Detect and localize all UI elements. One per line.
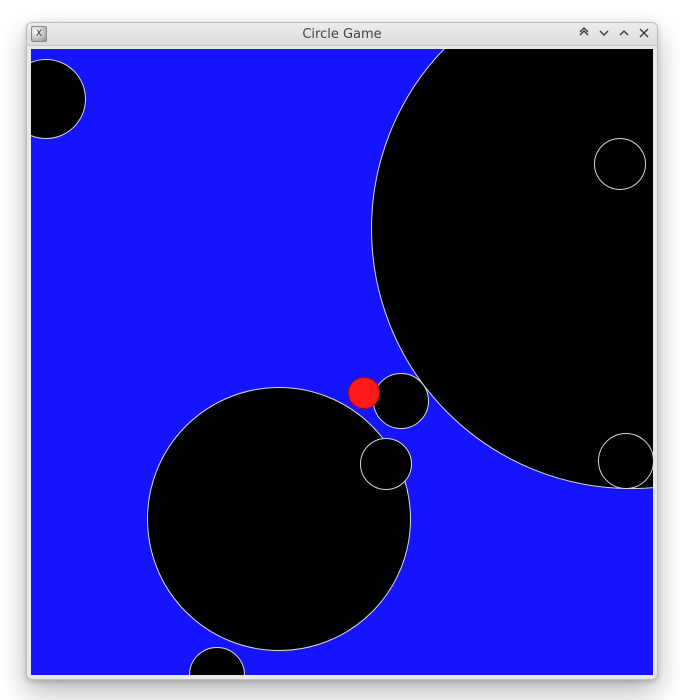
maximize-icon[interactable] (617, 27, 631, 41)
app-icon: X (31, 26, 47, 42)
player-circle[interactable] (348, 377, 380, 409)
obstacle-circle (598, 433, 653, 489)
obstacle-circle (360, 438, 412, 490)
app-window: X Circle Game (26, 22, 658, 680)
minimize-icon[interactable] (597, 27, 611, 41)
game-canvas[interactable] (31, 49, 653, 675)
client-area (31, 49, 653, 675)
roll-up-icon[interactable] (577, 27, 591, 41)
app-icon-glyph: X (36, 29, 42, 39)
obstacle-circle (594, 138, 646, 190)
titlebar[interactable]: X Circle Game (27, 23, 657, 46)
obstacle-circle (373, 373, 429, 429)
window-title: Circle Game (27, 27, 657, 42)
obstacle-circle (147, 387, 411, 651)
window-controls (577, 27, 657, 41)
close-icon[interactable] (637, 27, 651, 41)
